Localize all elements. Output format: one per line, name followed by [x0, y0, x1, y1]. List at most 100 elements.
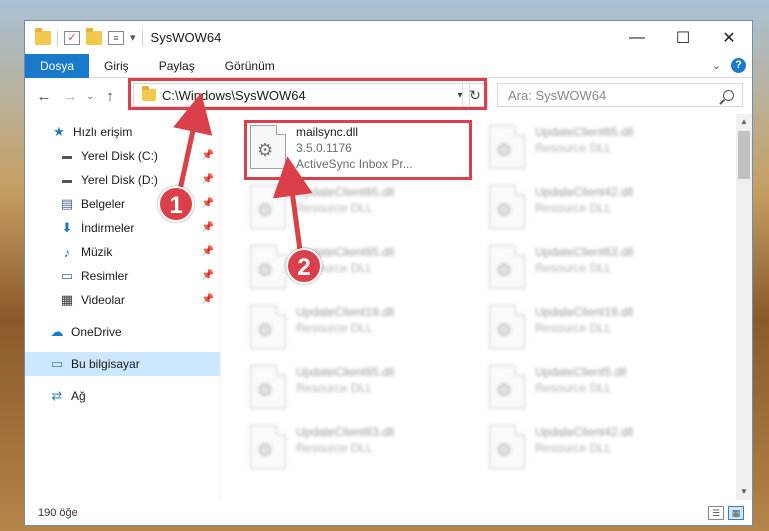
tab-share[interactable]: Paylaş	[144, 54, 210, 78]
file-name: UpdateClient5.dll	[535, 365, 627, 379]
new-folder-icon[interactable]	[86, 27, 102, 45]
sidebar-item-label: Videolar	[81, 293, 125, 307]
sidebar-item-label: İndirmeler	[81, 221, 135, 235]
pictures-icon: ▭	[60, 268, 74, 283]
sidebar-item-local-disk-d[interactable]: ▬ Yerel Disk (D:) 📌	[25, 168, 220, 192]
window-controls: — ☐ ✕	[614, 21, 752, 54]
large-icons-view-icon[interactable]: ▦	[728, 506, 744, 520]
file-item[interactable]: ⚙ UpdateClient19.dll Resource DLL	[483, 300, 708, 358]
title-bar: ✓ ≡ ▾ SysWOW64 — ☐ ✕	[25, 21, 752, 54]
scroll-down-icon[interactable]: ▼	[736, 484, 752, 500]
drive-icon: ▬	[62, 150, 72, 162]
address-highlight-box	[128, 78, 487, 110]
file-item[interactable]: ⚙ UpdateClient65.dll Resource DLL	[244, 360, 469, 418]
pin-icon[interactable]: 📌	[202, 246, 214, 257]
pin-icon[interactable]: 📌	[202, 174, 214, 185]
sidebar-item-label: OneDrive	[71, 325, 122, 339]
sidebar-item-local-disk-c[interactable]: ▬ Yerel Disk (C:) 📌	[25, 144, 220, 168]
dll-file-icon: ⚙	[250, 185, 286, 229]
minimize-button[interactable]: —	[614, 21, 660, 54]
search-box[interactable]: Ara: SysWOW64	[497, 83, 743, 107]
pin-icon[interactable]: 📌	[202, 222, 214, 233]
file-highlight-box	[244, 120, 472, 180]
search-placeholder[interactable]: Ara: SysWOW64	[498, 88, 606, 103]
star-icon: ★	[53, 124, 65, 139]
sidebar-item-label: Bu bilgisayar	[71, 357, 140, 371]
dll-file-icon: ⚙	[250, 305, 286, 349]
dll-file-icon: ⚙	[250, 425, 286, 469]
drive-icon: ▬	[62, 174, 72, 186]
toolbar-divider	[141, 29, 143, 46]
file-item[interactable]: ⚙ UpdateClient65.dll Resource DLL	[244, 180, 469, 238]
window-title: SysWOW64	[150, 30, 222, 45]
computer-icon: ▭	[50, 356, 64, 371]
view-options-icon[interactable]: ≡	[108, 30, 124, 45]
maximize-button[interactable]: ☐	[660, 21, 706, 54]
sidebar-item-label: Hızlı erişim	[73, 125, 133, 139]
download-icon: ⬇	[61, 220, 73, 235]
pin-icon[interactable]: 📌	[202, 198, 214, 209]
search-icon[interactable]	[723, 89, 734, 101]
pin-icon[interactable]: 📌	[202, 270, 214, 281]
videos-icon: ▦	[60, 292, 74, 307]
sidebar-item-downloads[interactable]: ⬇ İndirmeler 📌	[25, 216, 220, 240]
sidebar-item-onedrive[interactable]: ☁ OneDrive	[25, 320, 220, 344]
up-button[interactable]: ↑	[97, 88, 123, 105]
pin-icon[interactable]: 📌	[202, 294, 214, 305]
view-toggle: ☰ ▦	[708, 506, 752, 520]
file-name: UpdateClient42.dll	[535, 425, 634, 439]
pin-icon[interactable]: 📌	[202, 150, 214, 161]
sidebar-item-music[interactable]: ♪ Müzik 📌	[25, 240, 220, 264]
dll-file-icon: ⚙	[489, 125, 525, 169]
item-count: 190 öğe	[38, 507, 78, 519]
file-item[interactable]: ⚙ UpdateClient63.dll Resource DLL	[483, 240, 708, 298]
scroll-up-icon[interactable]: ▲	[736, 114, 752, 130]
tab-file[interactable]: Dosya	[25, 53, 90, 78]
sidebar-item-label: Müzik	[81, 245, 113, 259]
expand-ribbon-chevron-icon[interactable]: ⌄	[712, 59, 721, 72]
tab-view[interactable]: Görünüm	[210, 54, 290, 78]
ribbon-tabs: Dosya Giriş Paylaş Görünüm ⌄ ?	[25, 53, 752, 78]
file-description: Resource DLL	[535, 201, 612, 215]
file-item[interactable]: ⚙ UpdateClient42.dll Resource DLL	[483, 420, 708, 478]
properties-check-icon[interactable]: ✓	[64, 30, 80, 45]
recent-locations-icon[interactable]: ⌄	[83, 91, 97, 102]
dll-file-icon: ⚙	[250, 245, 286, 289]
file-description: Resource DLL	[535, 381, 612, 395]
vertical-scrollbar[interactable]: ▲ ▼	[736, 114, 752, 500]
file-description: Resource DLL	[535, 321, 612, 335]
file-description: Resource DLL	[296, 441, 373, 455]
sidebar-item-videos[interactable]: ▦ Videolar 📌	[25, 288, 220, 312]
dll-file-icon: ⚙	[489, 185, 525, 229]
customize-toolbar-chevron-icon[interactable]: ▾	[130, 31, 136, 44]
dll-file-icon: ⚙	[489, 365, 525, 409]
sidebar-item-label: Yerel Disk (C:)	[81, 149, 158, 163]
file-name: UpdateClient65.dll	[296, 185, 395, 199]
file-item[interactable]: ⚙ UpdateClient42.dll Resource DLL	[483, 180, 708, 238]
sidebar-item-network[interactable]: ⇄ Ağ	[25, 384, 220, 408]
sidebar-item-pictures[interactable]: ▭ Resimler 📌	[25, 264, 220, 288]
tab-home[interactable]: Giriş	[89, 54, 144, 78]
close-button[interactable]: ✕	[706, 21, 752, 54]
file-description: Resource DLL	[296, 381, 373, 395]
cloud-icon: ☁	[50, 324, 64, 339]
file-item[interactable]: ⚙ UpdateClient65.dll Resource DLL	[244, 240, 469, 298]
forward-button[interactable]: →	[57, 88, 83, 105]
details-view-icon[interactable]: ☰	[708, 506, 724, 520]
file-item[interactable]: ⚙ UpdateClient5.dll Resource DLL	[483, 360, 708, 418]
toolbar-divider	[57, 29, 58, 46]
documents-icon: ▤	[60, 196, 74, 211]
file-name: UpdateClient63.dll	[296, 425, 395, 439]
sidebar-item-quick-access[interactable]: ★ Hızlı erişim	[25, 120, 220, 144]
sidebar-item-this-pc[interactable]: ▭ Bu bilgisayar	[25, 352, 220, 376]
back-button[interactable]: ←	[31, 88, 57, 105]
help-icon[interactable]: ?	[731, 58, 746, 73]
file-name: UpdateClient19.dll	[535, 305, 634, 319]
file-name: UpdateClient19.dll	[296, 305, 395, 319]
file-item[interactable]: ⚙ UpdateClient63.dll Resource DLL	[244, 420, 469, 478]
file-name: UpdateClient63.dll	[535, 245, 634, 259]
file-item[interactable]: ⚙ UpdateClient65.dll Resource DLL	[483, 120, 708, 178]
scrollbar-thumb[interactable]	[738, 131, 750, 179]
file-item[interactable]: ⚙ UpdateClient19.dll Resource DLL	[244, 300, 469, 358]
network-icon: ⇄	[51, 388, 63, 403]
